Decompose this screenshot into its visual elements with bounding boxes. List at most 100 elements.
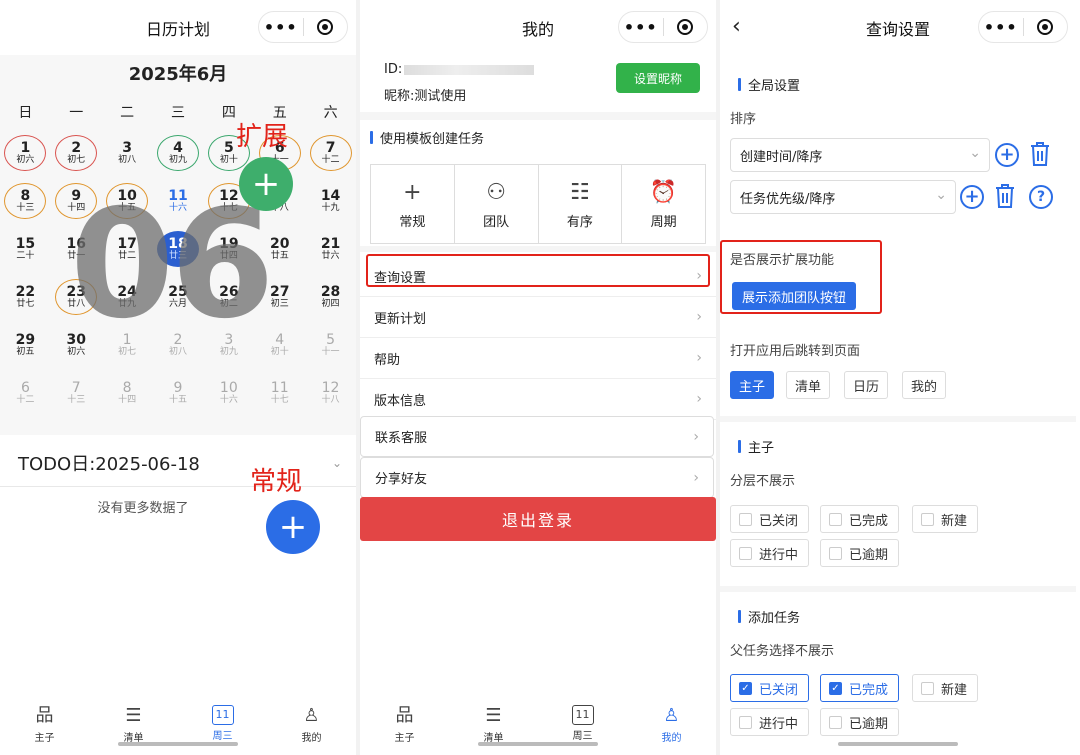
calendar-day[interactable]: 24 廿九 bbox=[102, 273, 153, 321]
layer-label: 分层不展示 bbox=[730, 474, 796, 489]
calendar-day[interactable]: 7 十三 bbox=[51, 369, 102, 417]
menu-item[interactable]: 帮助 › bbox=[360, 338, 716, 379]
lunar-date: 初七 bbox=[67, 154, 86, 165]
divider bbox=[720, 416, 1076, 422]
lunar-date: 十五 bbox=[168, 394, 187, 405]
calendar-day[interactable]: 27 初三 bbox=[254, 273, 305, 321]
more-icon[interactable]: ••• bbox=[619, 18, 663, 37]
sort-select-2[interactable]: 任务优先级/降序 ⌄ bbox=[730, 180, 956, 214]
delete-icon[interactable] bbox=[994, 183, 1016, 209]
add-task-button[interactable]: + bbox=[266, 500, 320, 554]
calendar-day[interactable]: 14 十九 bbox=[305, 177, 356, 225]
close-record-icon[interactable] bbox=[304, 19, 348, 35]
calendar-day[interactable]: 28 初四 bbox=[305, 273, 356, 321]
checkbox-option[interactable]: 已逾期 bbox=[820, 708, 900, 736]
checkbox-option[interactable]: 已完成 bbox=[820, 505, 900, 533]
calendar-day[interactable]: 4 初十 bbox=[254, 321, 305, 369]
tab-mine[interactable]: ♙ 我的 bbox=[627, 685, 716, 755]
back-icon[interactable]: ‹ bbox=[732, 14, 741, 39]
template-ordered[interactable]: ☷ 有序 bbox=[539, 165, 623, 243]
calendar-day[interactable]: 26 初二 bbox=[203, 273, 254, 321]
calendar-day[interactable]: 11 十七 bbox=[254, 369, 305, 417]
menu-item[interactable]: 版本信息 › bbox=[360, 379, 716, 420]
set-nickname-button[interactable]: 设置昵称 bbox=[616, 63, 700, 93]
calendar-day[interactable]: 19 廿四 bbox=[203, 225, 254, 273]
menu-item[interactable]: 联系客服 › bbox=[360, 416, 714, 457]
tab-main[interactable]: 品主子 bbox=[0, 685, 89, 755]
calendar-panel: 日历计划 ••• 2025年6月 日一二三四五六 1 初六 2 初七 3 初八 4 初九 5 初十… bbox=[0, 0, 356, 755]
checkbox-option[interactable]: 进行中 bbox=[730, 708, 810, 736]
checkbox-option[interactable]: ✓ 已完成 bbox=[820, 674, 900, 702]
weekday-row: 日一二三四五六 bbox=[0, 99, 356, 125]
checkbox-option[interactable]: 已逾期 bbox=[820, 539, 900, 567]
calendar-day[interactable]: 5 十一 bbox=[305, 321, 356, 369]
calendar-day[interactable]: 22 廿七 bbox=[0, 273, 51, 321]
chevron-down-icon[interactable]: ⌄ bbox=[332, 456, 342, 470]
calendar-day[interactable]: 17 廿二 bbox=[102, 225, 153, 273]
calendar-day[interactable]: 10 十六 bbox=[203, 369, 254, 417]
menu-item[interactable]: 分享好友 › bbox=[360, 457, 714, 498]
calendar-day[interactable]: 18 廿三 bbox=[153, 225, 204, 273]
calendar-day[interactable]: 23 廿八 bbox=[51, 273, 102, 321]
calendar-day[interactable]: 3 初八 bbox=[102, 129, 153, 177]
delete-icon[interactable] bbox=[1029, 141, 1051, 167]
logout-button[interactable]: 退出登录 bbox=[360, 497, 716, 541]
checkbox-option[interactable]: 新建 bbox=[912, 674, 979, 702]
calendar-day[interactable]: 21 廿六 bbox=[305, 225, 356, 273]
more-icon[interactable]: ••• bbox=[259, 18, 303, 37]
lunar-date: 十四 bbox=[118, 394, 137, 405]
checkbox-icon bbox=[921, 512, 934, 526]
calendar-day[interactable]: 1 初七 bbox=[102, 321, 153, 369]
add-task-section-title: 添加任务 bbox=[738, 607, 800, 626]
jump-option[interactable]: 我的 bbox=[902, 371, 947, 399]
calendar-day[interactable]: 11 十六 bbox=[153, 177, 204, 225]
calendar-day[interactable]: 25 六月 bbox=[153, 273, 204, 321]
calendar-day[interactable]: 30 初六 bbox=[51, 321, 102, 369]
tab-mine[interactable]: ♙ 我的 bbox=[267, 685, 356, 755]
checkbox-option[interactable]: 已关闭 bbox=[730, 505, 810, 533]
jump-option[interactable]: 主子 bbox=[730, 371, 775, 399]
template-team[interactable]: ⚇ 团队 bbox=[455, 165, 539, 243]
menu-item[interactable]: 更新计划 › bbox=[360, 297, 716, 338]
add-sort-icon[interactable]: + bbox=[960, 185, 984, 209]
help-icon[interactable]: ? bbox=[1029, 185, 1053, 209]
expand-add-button[interactable]: + bbox=[239, 157, 293, 211]
calendar-day[interactable]: 2 初八 bbox=[153, 321, 204, 369]
calendar-day[interactable]: 9 十四 bbox=[51, 177, 102, 225]
template-normal[interactable]: + 常规 bbox=[371, 165, 455, 243]
template-cycle[interactable]: ⏰ 周期 bbox=[622, 165, 705, 243]
lunar-date: 廿七 bbox=[16, 298, 35, 309]
calendar-day[interactable]: 6 十二 bbox=[0, 369, 51, 417]
add-sort-icon[interactable]: + bbox=[995, 143, 1019, 167]
calendar-day[interactable]: 8 十四 bbox=[102, 369, 153, 417]
calendar-day[interactable]: 9 十五 bbox=[153, 369, 204, 417]
calendar-day[interactable]: 8 十三 bbox=[0, 177, 51, 225]
calendar-day[interactable]: 1 初六 bbox=[0, 129, 51, 177]
calendar-icon: 11 bbox=[571, 705, 594, 725]
calendar-day[interactable]: 3 初九 bbox=[203, 321, 254, 369]
calendar-day[interactable]: 7 十二 bbox=[305, 129, 356, 177]
calendar-day[interactable]: 15 二十 bbox=[0, 225, 51, 273]
user-id-label: ID: bbox=[384, 62, 403, 77]
tab-main[interactable]: 品主子 bbox=[360, 685, 449, 755]
close-record-icon[interactable] bbox=[1024, 19, 1068, 35]
calendar-day[interactable]: 2 初七 bbox=[51, 129, 102, 177]
day-number: 12 bbox=[219, 187, 239, 204]
calendar-day[interactable]: 20 廿五 bbox=[254, 225, 305, 273]
sort-select-1[interactable]: 创建时间/降序 ⌄ bbox=[730, 138, 990, 172]
checkbox-option[interactable]: ✓ 已关闭 bbox=[730, 674, 810, 702]
calendar-day[interactable]: 16 廿一 bbox=[51, 225, 102, 273]
checkbox-option[interactable]: 进行中 bbox=[730, 539, 810, 567]
jump-option[interactable]: 日历 bbox=[844, 371, 889, 399]
mini-program-capsule: ••• bbox=[618, 11, 708, 43]
checkbox-option[interactable]: 新建 bbox=[912, 505, 979, 533]
calendar-day[interactable]: 4 初九 bbox=[153, 129, 204, 177]
tab-bar: 品主子 ☰ 清单 11 周三 ♙ 我的 bbox=[360, 685, 716, 755]
close-record-icon[interactable] bbox=[664, 19, 708, 35]
jump-option[interactable]: 清单 bbox=[786, 371, 831, 399]
weekday-label: 三 bbox=[170, 105, 185, 121]
calendar-day[interactable]: 29 初五 bbox=[0, 321, 51, 369]
calendar-day[interactable]: 12 十八 bbox=[305, 369, 356, 417]
more-icon[interactable]: ••• bbox=[979, 18, 1023, 37]
calendar-day[interactable]: 10 十五 bbox=[102, 177, 153, 225]
